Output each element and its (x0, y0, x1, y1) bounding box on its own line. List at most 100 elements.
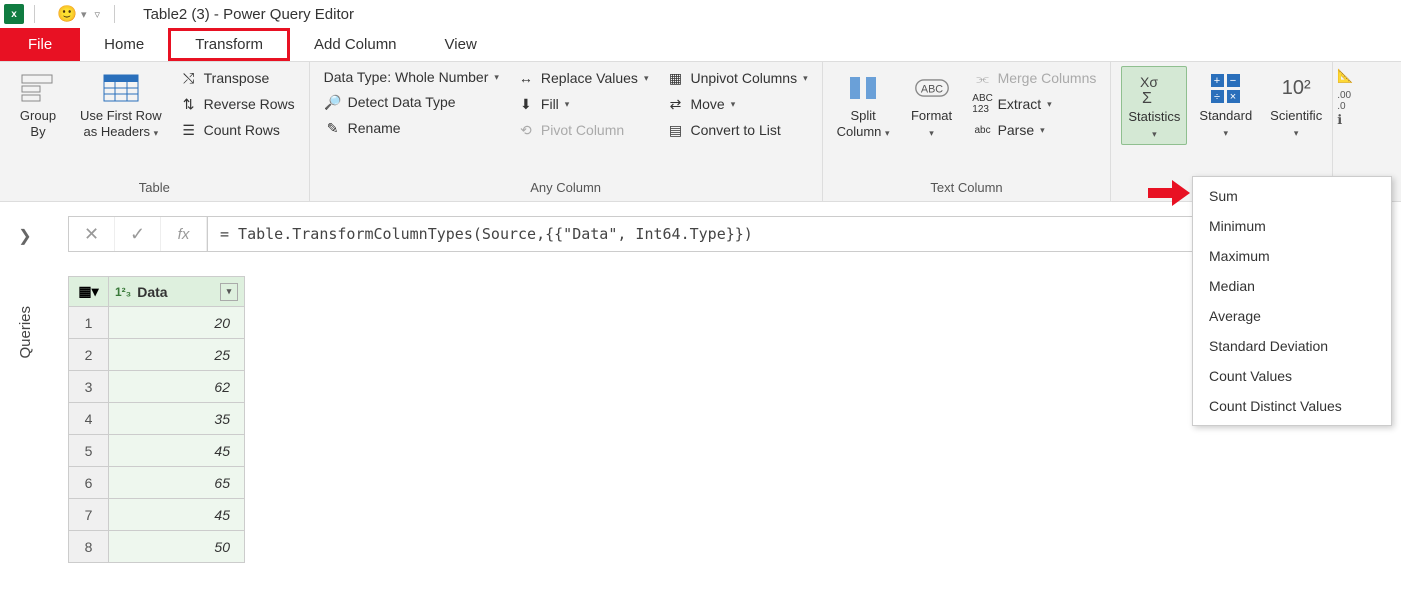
stats-item-average[interactable]: Average (1193, 301, 1391, 331)
group-any-column: Data Type: Whole Number ▾ 🔎 Detect Data … (310, 62, 823, 201)
row-number[interactable]: 3 (69, 371, 109, 403)
list-icon: ▤ (666, 121, 684, 139)
count-rows-label: Count Rows (204, 122, 280, 138)
rename-icon: ✎ (324, 119, 342, 137)
data-cell[interactable]: 50 (109, 531, 245, 563)
stats-item-median[interactable]: Median (1193, 271, 1391, 301)
parse-button[interactable]: abc Parse ▾ (968, 118, 1103, 142)
data-cell[interactable]: 25 (109, 339, 245, 371)
tab-view[interactable]: View (421, 28, 501, 61)
column-header-data[interactable]: 1²₃ Data ▾ (109, 277, 245, 307)
merge-icon: ⫘ (974, 69, 992, 87)
excel-icon: x (4, 4, 24, 24)
extract-label: Extract (998, 96, 1042, 112)
use-first-row-button[interactable]: Use First Row as Headers ▾ (74, 66, 168, 143)
table-row[interactable]: 120 (69, 307, 245, 339)
row-number[interactable]: 6 (69, 467, 109, 499)
smiley-icon[interactable]: 🙂 (57, 4, 77, 24)
row-number[interactable]: 4 (69, 403, 109, 435)
split-column-button[interactable]: Split Column ▾ (831, 66, 896, 143)
stats-item-count-distinct[interactable]: Count Distinct Values (1193, 391, 1391, 421)
split-label: Split Column ▾ (837, 108, 890, 139)
window-title: Table2 (3) - Power Query Editor (143, 6, 354, 23)
trigonometry-icon[interactable]: 📐 (1337, 68, 1355, 86)
move-button[interactable]: ⇄ Move ▾ (660, 92, 813, 116)
pivot-column-button[interactable]: ⟲ Pivot Column (511, 118, 655, 142)
tab-file[interactable]: File (0, 28, 80, 61)
replace-values-button[interactable]: ↔ Replace Values ▾ (511, 66, 655, 90)
fill-icon: ⬇ (517, 95, 535, 113)
rounding-icon[interactable]: .00.0 (1337, 90, 1355, 108)
transpose-button[interactable]: ⤭ Transpose (174, 66, 301, 90)
chevron-down-icon: ▾ (803, 73, 808, 84)
merge-label: Merge Columns (998, 70, 1097, 86)
data-cell[interactable]: 45 (109, 499, 245, 531)
count-rows-icon: ☰ (180, 121, 198, 139)
convert-to-list-button[interactable]: ▤ Convert to List (660, 118, 813, 142)
scientific-button[interactable]: 10² Scientific▾ (1264, 66, 1328, 145)
annotation-arrow (1148, 180, 1190, 206)
data-cell[interactable]: 35 (109, 403, 245, 435)
extract-button[interactable]: ABC123 Extract ▾ (968, 92, 1103, 116)
data-type-button[interactable]: Data Type: Whole Number ▾ (318, 66, 505, 88)
formula-accept-button[interactable]: ✓ (115, 217, 161, 251)
qat-dropdown-icon[interactable]: ▾ (81, 8, 87, 21)
format-button[interactable]: ABC Format▾ (902, 66, 962, 143)
row-number[interactable]: 1 (69, 307, 109, 339)
svg-text:ABC: ABC (920, 84, 942, 96)
data-cell[interactable]: 65 (109, 467, 245, 499)
tab-home[interactable]: Home (80, 28, 168, 61)
table-row[interactable]: 545 (69, 435, 245, 467)
column-filter-button[interactable]: ▾ (220, 283, 238, 301)
chevron-down-icon: ▾ (494, 72, 499, 83)
stats-item-minimum[interactable]: Minimum (1193, 211, 1391, 241)
tab-transform[interactable]: Transform (168, 28, 290, 61)
svg-text:+: + (1214, 75, 1220, 87)
table-row[interactable]: 225 (69, 339, 245, 371)
data-cell[interactable]: 62 (109, 371, 245, 403)
stats-item-count[interactable]: Count Values (1193, 361, 1391, 391)
fx-icon[interactable]: fx (161, 217, 207, 251)
data-cell[interactable]: 45 (109, 435, 245, 467)
detect-data-type-button[interactable]: 🔎 Detect Data Type (318, 90, 505, 114)
tab-add-column[interactable]: Add Column (290, 28, 421, 61)
stats-item-sum[interactable]: Sum (1193, 181, 1391, 211)
group-table-label: Table (8, 176, 301, 201)
stats-item-maximum[interactable]: Maximum (1193, 241, 1391, 271)
expand-queries-button[interactable]: ❯ (18, 226, 31, 246)
data-cell[interactable]: 20 (109, 307, 245, 339)
table-row[interactable]: 745 (69, 499, 245, 531)
table-row[interactable]: 850 (69, 531, 245, 563)
rename-button[interactable]: ✎ Rename (318, 116, 505, 140)
merge-columns-button[interactable]: ⫘ Merge Columns (968, 66, 1103, 90)
statistics-dropdown-menu: Sum Minimum Maximum Median Average Stand… (1192, 176, 1392, 426)
row-number[interactable]: 5 (69, 435, 109, 467)
information-icon[interactable]: ℹ (1337, 112, 1355, 130)
row-number[interactable]: 8 (69, 531, 109, 563)
format-label: Format▾ (911, 108, 952, 139)
count-rows-button[interactable]: ☰ Count Rows (174, 118, 301, 142)
unpivot-columns-button[interactable]: ▦ Unpivot Columns ▾ (660, 66, 813, 90)
statistics-label: Statistics▾ (1128, 109, 1180, 140)
grid-corner[interactable]: ▦▾ (69, 277, 109, 307)
ribbon: Group By Use First Row as Headers ▾ ⤭ Tr… (0, 62, 1401, 202)
column-name: Data (137, 284, 167, 300)
table-row[interactable]: 665 (69, 467, 245, 499)
qat-overflow-icon[interactable]: ▿ (95, 8, 101, 21)
row-number[interactable]: 2 (69, 339, 109, 371)
row-number[interactable]: 7 (69, 499, 109, 531)
statistics-button[interactable]: XσΣ Statistics▾ (1121, 66, 1187, 145)
fill-button[interactable]: ⬇ Fill ▾ (511, 92, 655, 116)
unpivot-label: Unpivot Columns (690, 70, 797, 86)
group-by-button[interactable]: Group By (8, 66, 68, 143)
standard-button[interactable]: +−÷× Standard▾ (1193, 66, 1258, 145)
chevron-down-icon: ▾ (1224, 128, 1229, 138)
table-row[interactable]: 435 (69, 403, 245, 435)
reverse-rows-button[interactable]: ⇅ Reverse Rows (174, 92, 301, 116)
table-row[interactable]: 362 (69, 371, 245, 403)
formula-cancel-button[interactable]: ✕ (69, 217, 115, 251)
group-any-column-label: Any Column (318, 176, 814, 201)
stats-item-std-dev[interactable]: Standard Deviation (1193, 331, 1391, 361)
group-text-column-label: Text Column (831, 176, 1103, 201)
detect-label: Detect Data Type (348, 94, 456, 110)
